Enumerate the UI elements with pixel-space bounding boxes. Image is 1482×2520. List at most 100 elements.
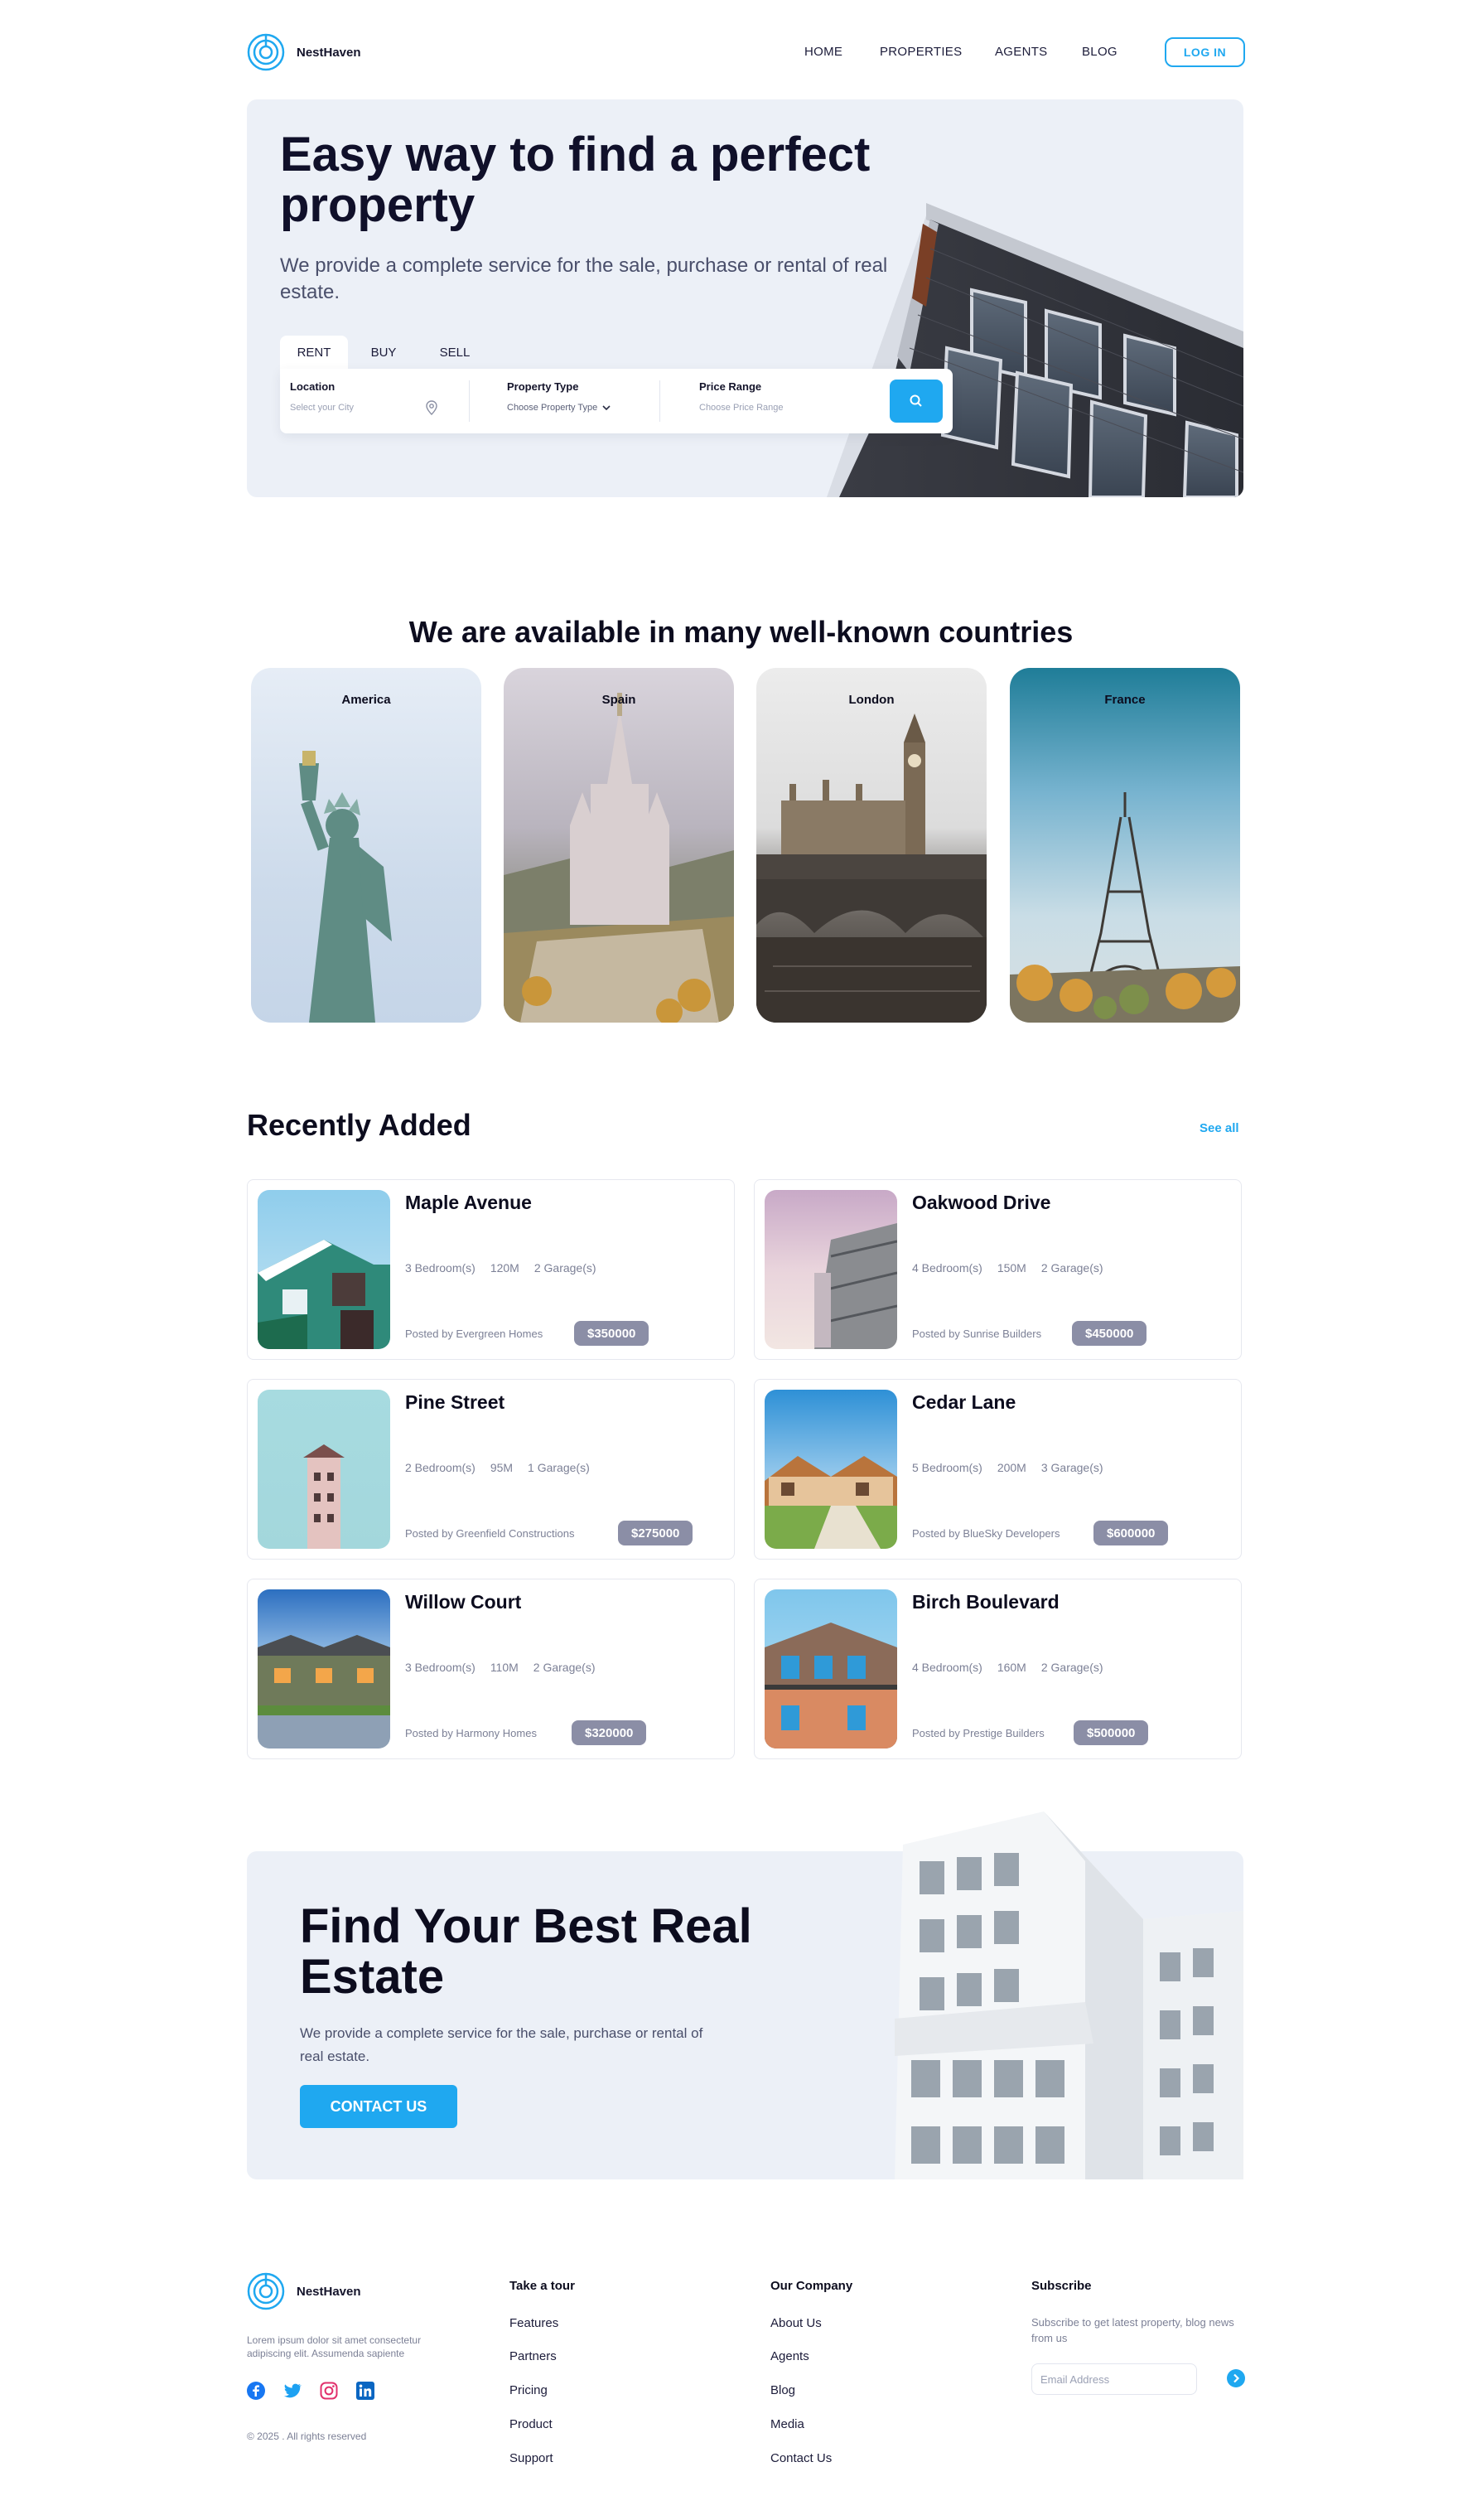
contact-us-button[interactable]: CONTACT US	[300, 2085, 457, 2128]
hero-subtitle: We provide a complete service for the sa…	[280, 254, 888, 303]
listing-title: Birch Boulevard	[912, 1591, 1060, 1613]
bedrooms: 3 Bedroom(s)	[405, 1261, 475, 1275]
house-image	[765, 1623, 897, 1749]
logo-icon	[247, 2272, 285, 2310]
posted-by: Posted by Greenfield Constructions	[405, 1527, 575, 1540]
search-button[interactable]	[890, 380, 943, 423]
garages: 3 Garage(s)	[1040, 1461, 1103, 1474]
footer-subscribe-title: Subscribe	[1031, 2279, 1092, 2293]
nav-agents[interactable]: AGENTS	[995, 45, 1047, 59]
hero-section: Easy way to find a perfect property We p…	[247, 99, 1243, 497]
price-badge: $275000	[618, 1521, 693, 1545]
tab-rent[interactable]: RENT	[280, 336, 348, 369]
house-image	[814, 1223, 897, 1349]
facebook-icon[interactable]	[247, 2382, 265, 2400]
footer-link-partners[interactable]: Partners	[509, 2349, 557, 2363]
footer-link-pricing[interactable]: Pricing	[509, 2383, 548, 2397]
garages: 2 Garage(s)	[1040, 1661, 1103, 1674]
tab-buy[interactable]: BUY	[348, 336, 419, 369]
price-badge: $500000	[1074, 1720, 1149, 1745]
listing-card[interactable]: Maple Avenue 3 Bedroom(s) 120M 2 Garage(…	[247, 1179, 735, 1360]
listing-title: Maple Avenue	[405, 1192, 532, 1213]
listing-features: 2 Bedroom(s) 95M 1 Garage(s)	[405, 1461, 590, 1474]
footer-link-agents[interactable]: Agents	[770, 2349, 809, 2363]
property-type-label: Property Type	[507, 380, 579, 393]
price-badge: $600000	[1093, 1521, 1169, 1545]
listing-features: 3 Bedroom(s) 120M 2 Garage(s)	[405, 1261, 596, 1275]
see-all-link[interactable]: See all	[1200, 1121, 1239, 1135]
cta-building-image	[895, 1811, 1243, 2179]
country-card-france[interactable]: France	[1010, 668, 1240, 1023]
price-badge: $320000	[572, 1720, 647, 1745]
footer-link-support[interactable]: Support	[509, 2451, 553, 2465]
listing-card[interactable]: Pine Street 2 Bedroom(s) 95M 1 Garage(s)…	[247, 1379, 735, 1560]
house-image	[258, 1635, 390, 1749]
listing-card[interactable]: Birch Boulevard 4 Bedroom(s) 160M 2 Gara…	[754, 1579, 1242, 1759]
spain-church-image	[504, 693, 734, 1023]
subscribe-arrow-icon[interactable]	[1227, 2369, 1245, 2387]
listing-features: 3 Bedroom(s) 110M 2 Garage(s)	[405, 1661, 596, 1674]
footer-link-about[interactable]: About Us	[770, 2316, 822, 2330]
listing-image	[765, 1589, 897, 1749]
country-card-london[interactable]: London	[756, 668, 987, 1023]
footer-about: Lorem ipsum dolor sit amet consectetur a…	[247, 2334, 422, 2359]
price-range-placeholder: Choose Price Range	[699, 403, 784, 413]
footer-link-features[interactable]: Features	[509, 2316, 558, 2330]
footer-link-blog[interactable]: Blog	[770, 2383, 795, 2397]
twitter-icon[interactable]	[283, 2382, 302, 2400]
bedrooms: 2 Bedroom(s)	[405, 1461, 475, 1474]
property-type-value: Choose Property Type	[507, 403, 598, 413]
footer-link-media[interactable]: Media	[770, 2417, 804, 2431]
login-button[interactable]: LOG IN	[1165, 37, 1245, 67]
size: 200M	[997, 1461, 1026, 1474]
bedrooms: 5 Bedroom(s)	[912, 1461, 982, 1474]
subscribe-text: Subscribe to get latest property, blog n…	[1031, 2316, 1234, 2344]
countries-title: We are available in many well-known coun…	[408, 615, 1074, 649]
size: 120M	[490, 1261, 519, 1275]
garages: 2 Garage(s)	[1040, 1261, 1103, 1275]
listing-card[interactable]: Willow Court 3 Bedroom(s) 110M 2 Garage(…	[247, 1579, 735, 1759]
brand-logo[interactable]: NestHaven	[247, 33, 361, 71]
linkedin-icon[interactable]	[356, 2382, 374, 2400]
nav-properties[interactable]: PROPERTIES	[880, 45, 962, 59]
garages: 2 Garage(s)	[533, 1261, 596, 1275]
price-range-field[interactable]: Price Range Choose Price Range	[699, 380, 865, 422]
nav-home[interactable]: HOME	[804, 45, 842, 59]
footer-link-contact[interactable]: Contact Us	[770, 2451, 832, 2465]
search-divider	[659, 380, 660, 422]
house-image	[765, 1456, 897, 1549]
london-bridge-image	[756, 713, 987, 1023]
price-badge: $350000	[574, 1321, 649, 1346]
header: NestHaven HOME PROPERTIES AGENTS BLOG LO…	[247, 33, 1245, 73]
nav-blog[interactable]: BLOG	[1082, 45, 1118, 59]
copyright: © 2025 . All rights reserved	[247, 2431, 367, 2442]
tab-sell[interactable]: SELL	[419, 336, 490, 369]
footer-link-product[interactable]: Product	[509, 2417, 553, 2431]
listing-image	[258, 1390, 390, 1549]
size: 110M	[490, 1661, 519, 1674]
footer-brand[interactable]: NestHaven	[247, 2272, 361, 2310]
country-name: America	[341, 693, 391, 707]
posted-by: Posted by BlueSky Developers	[912, 1527, 1060, 1540]
size: 95M	[490, 1461, 514, 1474]
instagram-icon[interactable]	[320, 2382, 338, 2400]
footer-tour-title: Take a tour	[509, 2279, 575, 2293]
cta-subtitle: We provide a complete service for the sa…	[300, 2025, 703, 2064]
footer: NestHaven Lorem ipsum dolor sit amet con…	[247, 2272, 1245, 2471]
bedrooms: 4 Bedroom(s)	[912, 1661, 982, 1674]
bedrooms: 4 Bedroom(s)	[912, 1261, 982, 1275]
country-card-america[interactable]: America	[251, 668, 481, 1023]
price-range-label: Price Range	[699, 380, 762, 393]
property-search-bar: Location Select your City Property Type …	[280, 369, 953, 433]
country-card-spain[interactable]: Spain	[504, 668, 734, 1023]
listing-card[interactable]: Cedar Lane 5 Bedroom(s) 200M 3 Garage(s)…	[754, 1379, 1242, 1560]
location-field[interactable]: Location Select your City	[290, 380, 472, 422]
house-image	[258, 1240, 390, 1349]
email-input[interactable]: Email Address	[1031, 2363, 1197, 2395]
bedrooms: 3 Bedroom(s)	[405, 1661, 475, 1674]
garages: 1 Garage(s)	[528, 1461, 590, 1474]
footer-brand-name: NestHaven	[297, 2284, 361, 2299]
cta-title: Find Your Best Real Estate	[300, 1899, 752, 2004]
listing-card[interactable]: Oakwood Drive 4 Bedroom(s) 150M 2 Garage…	[754, 1179, 1242, 1360]
property-type-field[interactable]: Property Type Choose Property Type	[507, 380, 673, 422]
